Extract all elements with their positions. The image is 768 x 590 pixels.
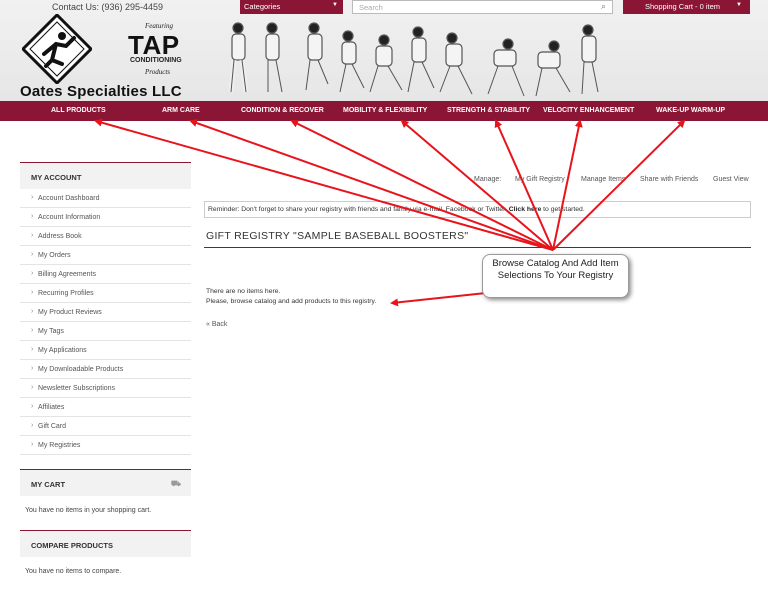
account-links-list: › Account Dashboard › Account Information … [20,189,191,455]
manage-link-guest-view[interactable]: Guest View [713,176,749,183]
chevron-right-icon: › [31,365,34,372]
annotation-callout: Browse Catalog And Add Item Selections T… [482,254,629,298]
cart-icon: ⛟ [170,479,181,488]
sidebar-item-label: My Tags [38,328,64,335]
tap-featuring-text: Featuring [145,22,173,30]
share-reminder-notice: Reminder: Don't forget to share your reg… [204,201,751,218]
sidebar-item-label: My Downloadable Products [38,366,124,373]
sidebar-item-label: Recurring Profiles [38,290,94,297]
chevron-right-icon: › [31,422,34,429]
sidebar-item-account-information[interactable]: › Account Information [20,208,191,227]
sidebar-item-my-registries[interactable]: › My Registries [20,436,191,455]
chevron-right-icon: › [31,251,34,258]
tap-conditioning-text: CONDITIONING [130,57,182,64]
nav-condition-recover[interactable]: CONDITION & RECOVER [241,107,324,114]
sidebar-item-account-dashboard[interactable]: › Account Dashboard [20,189,191,208]
chevron-right-icon: › [31,289,34,296]
categories-label: Categories [244,2,281,11]
manage-link-share-with-friends[interactable]: Share with Friends [640,176,698,183]
pitching-sequence-banner-image [228,22,599,97]
browse-catalog-hint: Please, browse catalog and add products … [206,298,377,305]
chevron-down-icon: ▼ [332,2,338,8]
search-placeholder: Search [359,3,383,12]
chevron-right-icon: › [31,384,34,391]
sidebar-item-my-product-reviews[interactable]: › My Product Reviews [20,303,191,322]
sidebar-item-gift-card[interactable]: › Gift Card [20,417,191,436]
categories-dropdown[interactable]: Categories ▼ [240,0,343,14]
contact-phone[interactable]: Contact Us: (936) 295-4459 [52,2,163,12]
empty-compare-text: You have no items to compare. [25,568,122,575]
sidebar-item-my-orders[interactable]: › My Orders [20,246,191,265]
page-title: GIFT REGISTRY "SAMPLE BASEBALL BOOSTERS" [206,230,469,242]
title-divider [204,247,751,248]
nav-arm-care[interactable]: ARM CARE [162,107,200,114]
chevron-right-icon: › [31,194,34,201]
oates-logo[interactable] [22,14,92,84]
sidebar-item-newsletter-subscriptions[interactable]: › Newsletter Subscriptions [20,379,191,398]
sidebar-item-label: Newsletter Subscriptions [38,385,116,392]
sidebar-item-label: Affiliates [38,404,65,411]
sidebar-item-my-downloadable-products[interactable]: › My Downloadable Products [20,360,191,379]
my-cart-block: MY CART ⛟ You have no items in your shop… [20,469,191,514]
chevron-right-icon: › [31,270,34,277]
search-input[interactable]: Search ⌕ [352,0,613,14]
chevron-right-icon: › [31,441,34,448]
sidebar-item-address-book[interactable]: › Address Book [20,227,191,246]
sidebar-item-billing-agreements[interactable]: › Billing Agreements [20,265,191,284]
site-header: Contact Us: (936) 295-4459 Featuring TAP… [0,0,768,101]
sidebar-item-label: Gift Card [38,423,67,430]
tap-products-text: Products [145,68,171,76]
back-link[interactable]: « Back [206,321,227,328]
chevron-right-icon: › [31,327,34,334]
arrow-to-wake-up-warm-up [552,119,686,251]
sidebar-item-label: Account Information [38,214,101,221]
sidebar-item-recurring-profiles[interactable]: › Recurring Profiles [20,284,191,303]
arrow-to-strength-stability [494,119,554,251]
sidebar-item-label: My Orders [38,252,71,259]
shopping-cart-label: Shopping Cart - 0 item [645,2,721,11]
arrow-to-browse-hint [390,292,487,307]
chevron-right-icon: › [31,308,34,315]
reminder-click-here-link[interactable]: Click here [509,206,542,213]
main-navigation: ALL PRODUCTS ARM CARE CONDITION & RECOVE… [0,101,768,121]
nav-all-products[interactable]: ALL PRODUCTS [51,107,106,114]
nav-velocity-enhancement[interactable]: VELOCITY ENHANCEMENT [543,107,634,114]
compare-products-heading: COMPARE PRODUCTS [20,530,191,557]
empty-cart-text: You have no items in your shopping cart. [25,507,152,514]
sidebar-item-label: My Product Reviews [38,309,102,316]
reminder-text: Reminder: Don't forget to share your reg… [208,206,507,213]
reminder-suffix: to get started. [543,206,585,213]
my-cart-title: MY CART [31,480,66,489]
sidebar-item-label: My Registries [38,442,81,449]
search-icon[interactable]: ⌕ [601,1,606,12]
sidebar-item-my-tags[interactable]: › My Tags [20,322,191,341]
sidebar-item-my-applications[interactable]: › My Applications [20,341,191,360]
my-account-block: MY ACCOUNT › Account Dashboard › Account I… [20,162,191,455]
sidebar-item-label: Billing Agreements [38,271,96,278]
chevron-right-icon: › [31,346,34,353]
chevron-down-icon: ▼ [736,2,742,8]
nav-wake-up-warm-up[interactable]: WAKE-UP WARM-UP [656,107,725,114]
brand-name[interactable]: Oates Specialties LLC [20,83,182,100]
manage-label: Manage: [474,176,502,183]
nav-mobility-flexibility[interactable]: MOBILITY & FLEXIBILITY [343,107,427,114]
arrow-to-velocity-enhancement [552,119,583,251]
my-account-heading: MY ACCOUNT [20,162,191,189]
my-cart-heading: MY CART ⛟ [20,469,191,496]
empty-registry-text: There are no items here. [206,288,281,295]
chevron-right-icon: › [31,403,34,410]
shopping-cart-button[interactable]: Shopping Cart - 0 item ▼ [623,0,750,14]
sidebar-item-label: My Applications [38,347,87,354]
compare-products-block: COMPARE PRODUCTS You have no items to co… [20,530,191,575]
manage-link-my-gift-registry[interactable]: My Gift Registry [515,176,565,183]
chevron-right-icon: › [31,232,34,239]
sidebar-item-label: Address Book [38,233,82,240]
manage-link-manage-items[interactable]: Manage Items [581,176,625,183]
sidebar-item-label: Account Dashboard [38,195,100,202]
sidebar-item-affiliates[interactable]: › Affiliates [20,398,191,417]
nav-strength-stability[interactable]: STRENGTH & STABILITY [447,107,530,114]
chevron-right-icon: › [31,213,34,220]
